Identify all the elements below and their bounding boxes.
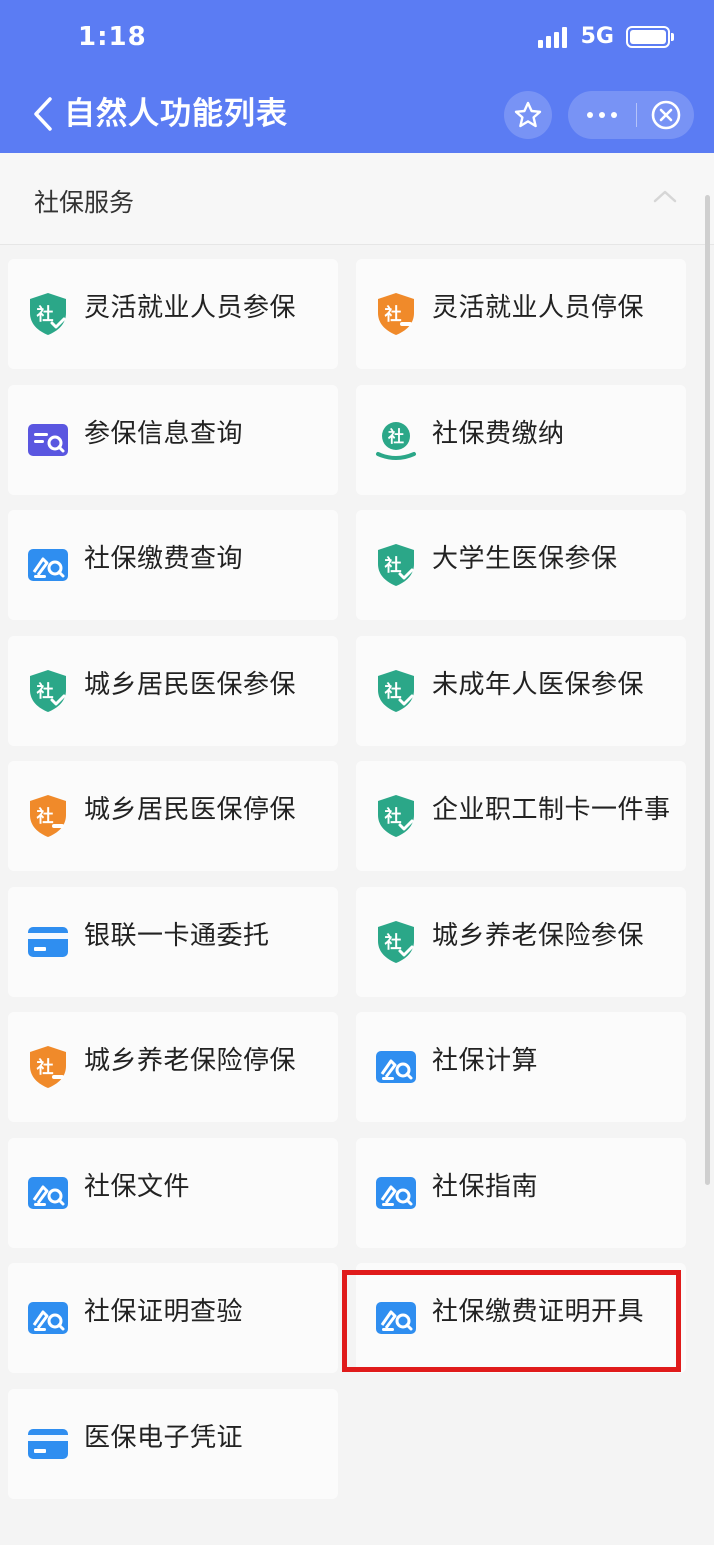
svg-text:社: 社 [384,806,402,827]
doc-search-icon [26,1295,70,1341]
service-item[interactable]: 社保证明查验 [8,1263,338,1373]
svg-text:社: 社 [384,304,402,325]
service-item-label: 参保信息查询 [84,418,244,449]
shield-check-icon: 社 [26,291,70,337]
service-item-label: 社保缴费证明开具 [432,1297,645,1327]
status-indicators: 5G [537,24,674,49]
service-item[interactable]: 社 大学生医保参保 [356,510,686,620]
search-list-icon [26,417,70,463]
chevron-left-icon [34,97,52,131]
service-item[interactable]: 社保文件 [8,1137,338,1248]
capsule-menu [568,91,694,139]
svg-text:社: 社 [36,1057,54,1078]
status-time: 1:18 [78,22,147,52]
card-icon [26,919,70,965]
service-item[interactable]: 社 城乡养老保险停保 [8,1012,338,1122]
svg-text:社: 社 [387,427,404,446]
service-item-label: 社保费缴纳 [432,418,565,449]
service-item[interactable]: 社 灵活就业人员参保 [8,259,338,369]
service-item-label: 城乡居民医保停保 [84,795,297,825]
svg-text:社: 社 [384,681,402,702]
service-item-label: 社保证明查验 [84,1297,244,1327]
doc-search-icon [374,1295,418,1341]
service-item[interactable]: 医保电子凭证 [8,1388,338,1499]
more-button[interactable] [568,91,636,139]
svg-text:社: 社 [384,932,402,953]
shield-stop-icon: 社 [26,1044,70,1090]
shield-check-icon: 社 [374,542,418,588]
shield-check-icon: 社 [374,793,418,839]
service-item-label: 大学生医保参保 [432,544,618,574]
svg-text:社: 社 [36,806,54,827]
service-item-label: 城乡居民医保参保 [84,669,297,700]
shield-stop-icon: 社 [374,291,418,337]
doc-search-icon [26,542,70,588]
service-item[interactable]: 社 城乡居民医保参保 [8,635,338,746]
service-item-label: 社保缴费查询 [84,544,244,574]
service-item-label: 医保电子凭证 [84,1422,244,1453]
shield-check-icon: 社 [374,668,418,714]
shield-check-icon: 社 [374,919,418,965]
back-button[interactable] [32,92,64,136]
service-item-label: 社保计算 [432,1046,539,1076]
doc-search-icon [374,1170,418,1216]
service-item[interactable]: 银联一卡通委托 [8,886,338,997]
title-bar: 1:18 5G 自然人功能列表 [0,0,714,153]
service-item[interactable]: 社 企业职工制卡一件事 [356,761,686,871]
service-item-label: 社保文件 [84,1171,191,1202]
service-item-label: 灵活就业人员参保 [84,293,297,323]
chevron-up-icon[interactable] [652,188,678,204]
section-header[interactable]: 社保服务 [0,153,714,245]
close-button[interactable] [637,91,694,139]
favorite-button[interactable] [504,91,552,139]
svg-text:社: 社 [36,681,54,702]
service-item-label: 城乡养老保险参保 [432,920,645,951]
service-item[interactable]: 社保缴费证明开具 [356,1263,686,1373]
doc-search-icon [26,1170,70,1216]
service-item[interactable]: 社 城乡养老保险参保 [356,886,686,997]
service-item[interactable]: 参保信息查询 [8,384,338,495]
battery-icon [626,25,674,48]
signal-icon [537,26,567,48]
section-title: 社保服务 [34,188,135,217]
service-item-label: 城乡养老保险停保 [84,1046,297,1076]
service-item[interactable]: 社保计算 [356,1012,686,1122]
service-item-label: 未成年人医保参保 [432,669,645,700]
service-item[interactable]: 社 灵活就业人员停保 [356,259,686,369]
service-item[interactable]: 社保缴费查询 [8,510,338,620]
svg-text:社: 社 [36,304,54,325]
card-icon [26,1421,70,1467]
shield-stop-icon: 社 [26,793,70,839]
service-item[interactable]: 社 社保费缴纳 [356,384,686,495]
page-title: 自然人功能列表 [64,96,288,132]
star-icon [514,101,542,128]
service-item-label: 社保指南 [432,1171,539,1202]
shield-check-icon: 社 [26,668,70,714]
close-circle-icon [651,100,680,130]
service-item-label: 银联一卡通委托 [84,920,270,951]
svg-text:社: 社 [384,555,402,576]
payment-icon: 社 [374,417,418,463]
service-item[interactable]: 社 未成年人医保参保 [356,635,686,746]
service-item-label: 企业职工制卡一件事 [432,795,671,825]
doc-search-icon [374,1044,418,1090]
scrollbar[interactable] [705,195,710,1185]
service-item[interactable]: 社保指南 [356,1137,686,1248]
service-item-label: 灵活就业人员停保 [432,293,645,323]
network-type: 5G [580,24,614,49]
service-item[interactable]: 社 城乡居民医保停保 [8,761,338,871]
